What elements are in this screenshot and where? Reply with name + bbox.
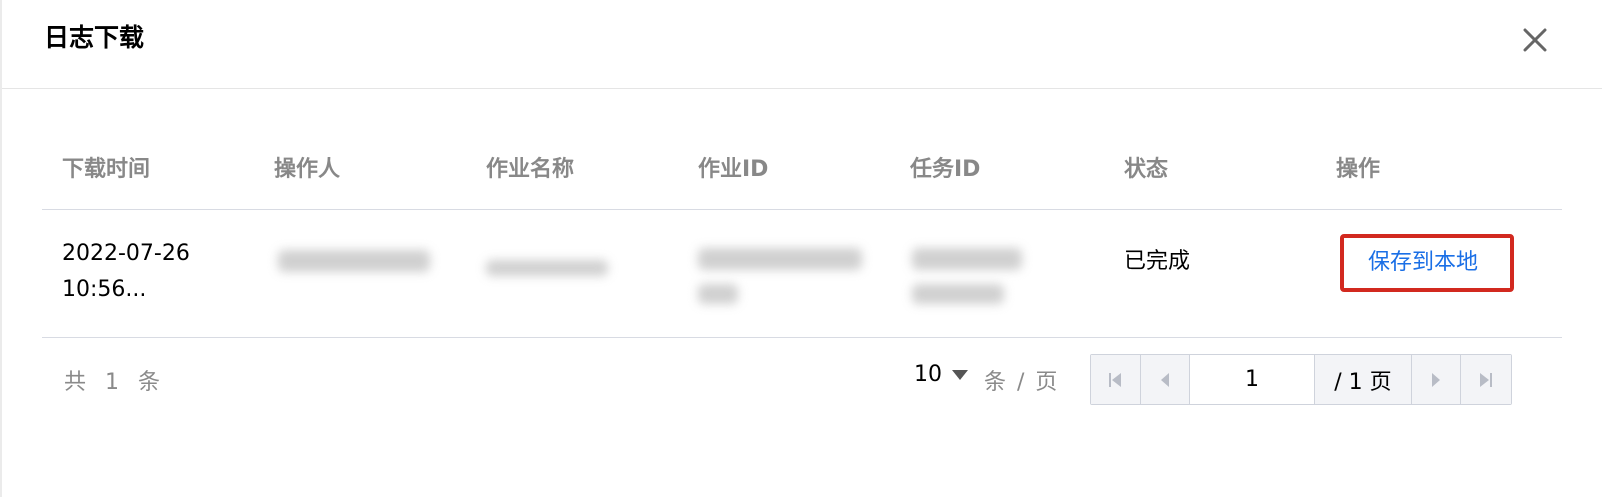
page-size-value: 10 xyxy=(914,362,942,387)
redacted-task-id-line2 xyxy=(912,284,1004,304)
column-header-download-time: 下载时间 xyxy=(62,157,151,182)
page-size-select[interactable]: 10 xyxy=(914,362,968,396)
log-download-dialog: 日志下载 下载时间 操作人 作业名称 作业ID 任务ID 状态 操作 2022-… xyxy=(2,0,1602,497)
next-page-button[interactable] xyxy=(1411,355,1462,404)
download-date: 2022-07-26 xyxy=(62,241,190,266)
table-row: 2022-07-26 10:56... 已完成 保存到本地 xyxy=(42,210,1562,338)
per-page-label: 条 / 页 xyxy=(984,370,1060,395)
redacted-job-id-line2 xyxy=(698,284,738,304)
column-header-job-id: 作业ID xyxy=(698,157,769,182)
column-header-operator: 操作人 xyxy=(274,157,341,182)
column-header-action: 操作 xyxy=(1336,157,1381,182)
close-button[interactable] xyxy=(1515,20,1555,60)
redacted-operator xyxy=(278,250,430,272)
first-page-icon xyxy=(1109,372,1122,387)
prev-page-icon xyxy=(1160,372,1169,387)
column-header-job-name: 作业名称 xyxy=(486,157,575,182)
column-header-task-id: 任务ID xyxy=(910,157,981,182)
redacted-task-id-line1 xyxy=(912,248,1022,270)
dialog-header: 日志下载 xyxy=(2,0,1602,89)
column-header-status: 状态 xyxy=(1124,157,1169,182)
download-time: 10:56... xyxy=(62,277,147,302)
current-page-input[interactable]: 1 xyxy=(1190,355,1315,404)
total-count: 共 1 条 xyxy=(64,370,166,395)
dialog-title: 日志下载 xyxy=(44,23,145,52)
pager-controls: 1 / 1 页 xyxy=(1090,354,1512,405)
prev-page-button[interactable] xyxy=(1140,355,1191,404)
pagination-bar: 共 1 条 10 条 / 页 1 / 1 页 xyxy=(42,348,1562,408)
total-pages: / 1 页 xyxy=(1314,355,1412,404)
close-icon xyxy=(1523,28,1547,52)
chevron-down-icon xyxy=(952,370,968,380)
last-page-icon xyxy=(1480,372,1493,387)
save-to-local-link[interactable]: 保存到本地 xyxy=(1368,245,1478,281)
last-page-button[interactable] xyxy=(1461,355,1511,404)
redacted-job-id-line1 xyxy=(698,248,862,270)
highlight-box: 保存到本地 xyxy=(1340,234,1514,292)
redacted-job-name xyxy=(486,260,608,276)
first-page-button[interactable] xyxy=(1091,355,1141,404)
status-text: 已完成 xyxy=(1124,249,1191,274)
next-page-icon xyxy=(1432,372,1441,387)
download-time-cell: 2022-07-26 10:56... xyxy=(62,236,190,308)
table-header: 下载时间 操作人 作业名称 作业ID 任务ID 状态 操作 xyxy=(42,140,1562,210)
log-table: 下载时间 操作人 作业名称 作业ID 任务ID 状态 操作 2022-07-26… xyxy=(42,140,1562,338)
